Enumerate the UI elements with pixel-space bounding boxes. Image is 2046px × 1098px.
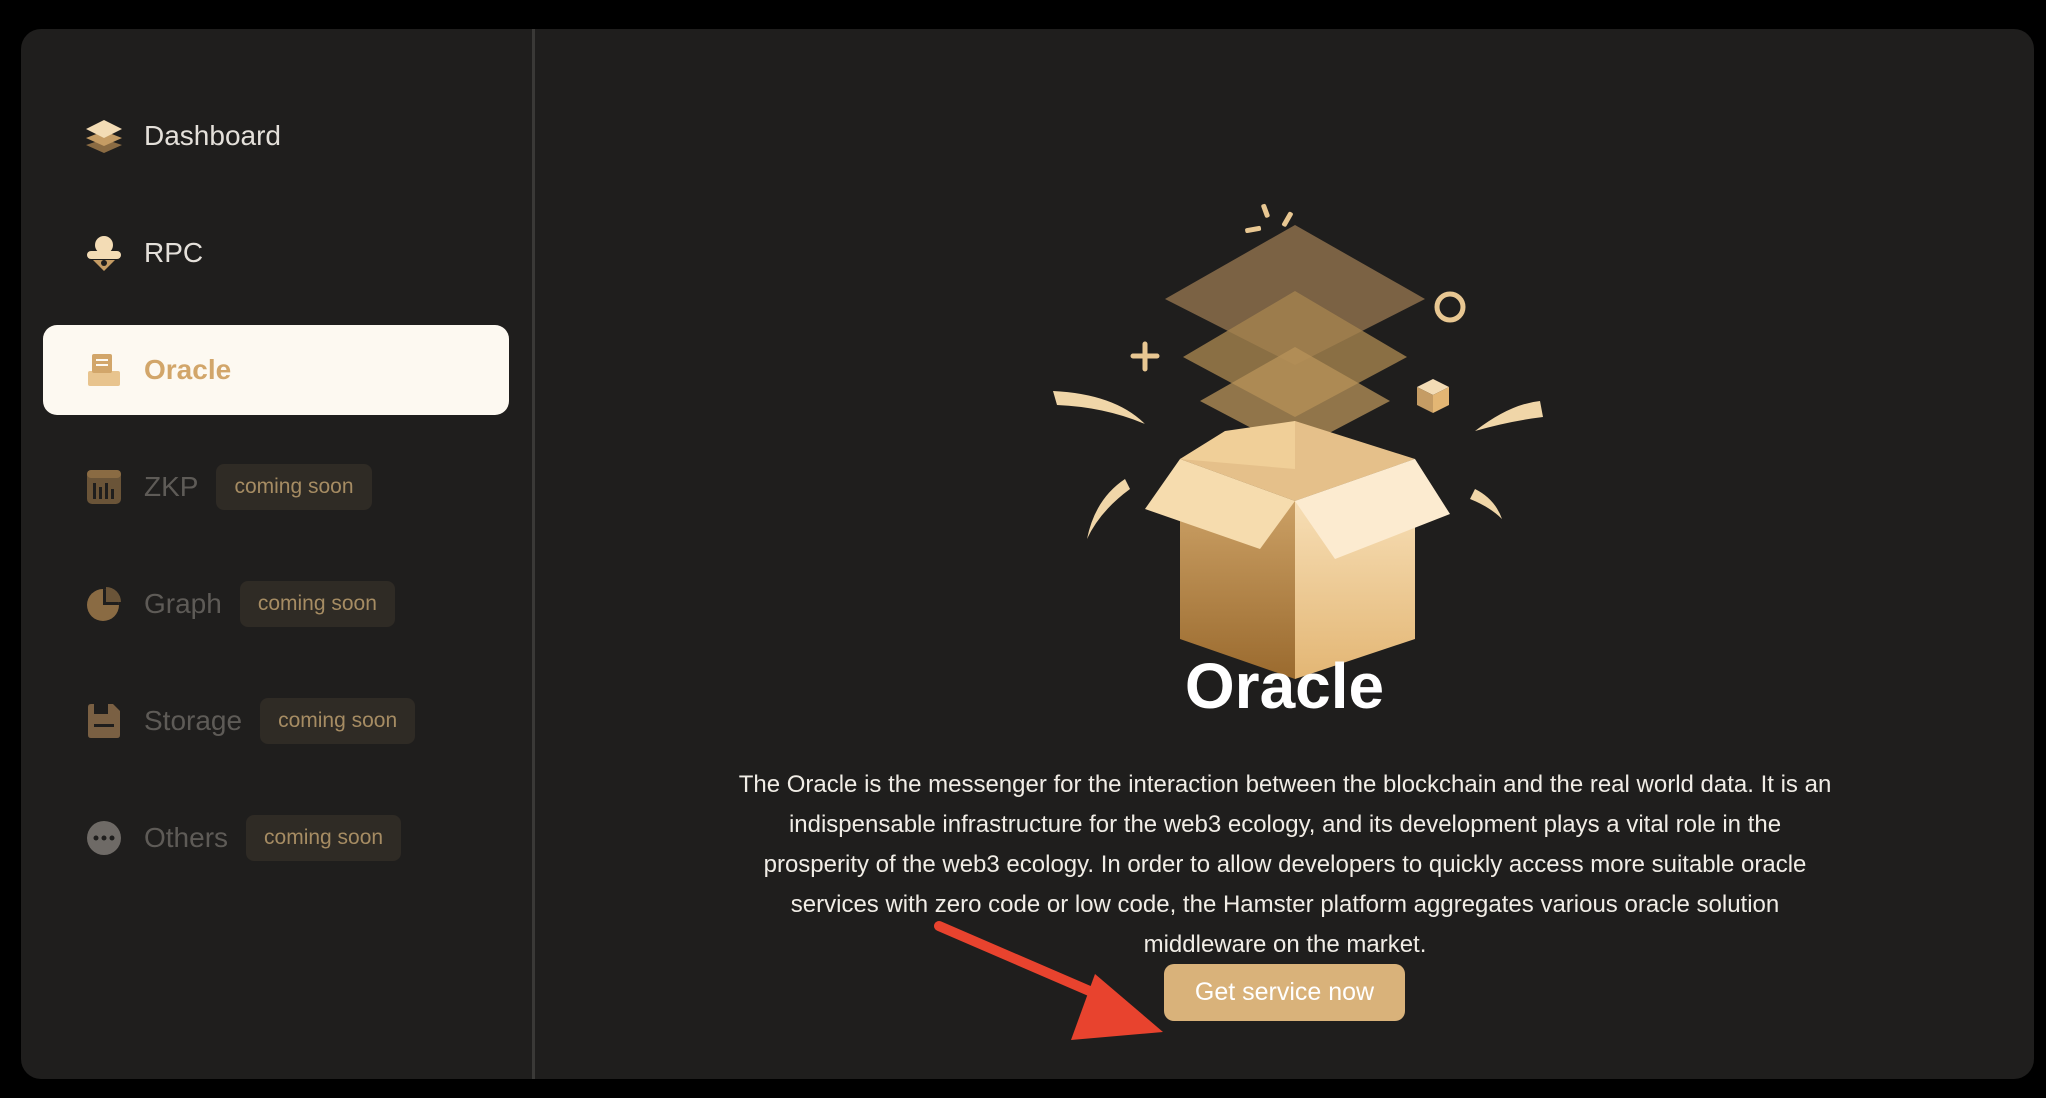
storage-icon xyxy=(85,702,123,740)
sidebar-item-label: Others xyxy=(144,822,229,853)
coming-soon-badge: coming soon xyxy=(239,581,395,627)
page-description: The Oracle is the messenger for the inte… xyxy=(738,771,1832,958)
sidebar-item-storage[interactable]: Storage coming soon xyxy=(43,676,509,766)
sidebar-item-label: Oracle xyxy=(144,354,232,385)
coming-soon-badge: coming soon xyxy=(260,698,416,744)
app-window: Dashboard RPC Oracle ZKP coming soon Gra… xyxy=(21,29,2034,1079)
sidebar-item-graph[interactable]: Graph coming soon xyxy=(43,559,509,649)
open-box-illustration xyxy=(1053,203,1543,679)
coming-soon-badge: coming soon xyxy=(246,815,402,861)
pie-chart-icon xyxy=(85,585,123,623)
sidebar-item-oracle[interactable]: Oracle xyxy=(43,325,509,415)
sidebar-item-rpc[interactable]: RPC xyxy=(43,208,509,298)
sidebar: Dashboard RPC Oracle ZKP coming soon Gra… xyxy=(21,29,535,1079)
get-service-button[interactable]: Get service now xyxy=(1164,964,1405,1021)
sidebar-item-zkp[interactable]: ZKP coming soon xyxy=(43,442,509,532)
zkp-icon xyxy=(85,468,123,506)
layers-icon xyxy=(85,117,123,155)
rpc-icon xyxy=(85,234,123,272)
coming-soon-badge: coming soon xyxy=(216,464,372,510)
red-arrow-annotation xyxy=(934,921,1163,1040)
oracle-icon xyxy=(85,351,123,389)
more-icon xyxy=(85,819,123,857)
sidebar-item-dashboard[interactable]: Dashboard xyxy=(43,91,509,181)
sidebar-item-label: Storage xyxy=(144,705,243,736)
sidebar-item-label: Graph xyxy=(144,588,222,619)
sidebar-item-others[interactable]: Others coming soon xyxy=(43,793,509,883)
sidebar-item-label: Dashboard xyxy=(144,120,281,151)
sidebar-item-label: ZKP xyxy=(144,471,199,502)
sidebar-item-label: RPC xyxy=(144,237,204,268)
page-title: Oracle xyxy=(1184,650,1385,722)
main-content: Oracle The Oracle is the messenger for t… xyxy=(535,29,2034,1079)
